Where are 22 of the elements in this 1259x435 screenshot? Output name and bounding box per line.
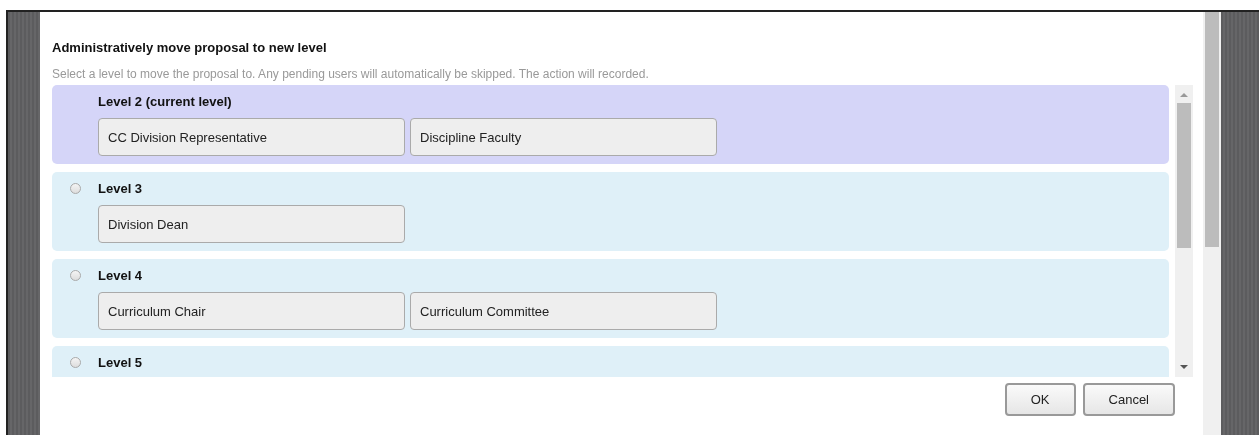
- radio-button[interactable]: [69, 183, 81, 194]
- scroll-up-icon[interactable]: [1180, 93, 1188, 97]
- dialog-title: Administratively move proposal to new level: [52, 40, 328, 55]
- ok-button[interactable]: OK: [1004, 383, 1076, 416]
- radio-button[interactable]: [69, 357, 81, 368]
- dialog-description: Select a level to move the proposal to. Any pending users will automatically be skipped. The action will recorded.: [52, 67, 650, 81]
- scroll-thumb[interactable]: [1204, 12, 1220, 247]
- level-title: Level 5: [98, 354, 143, 372]
- role-tag: CC Division Representative: [98, 118, 405, 156]
- level-title: Level 4: [98, 267, 144, 285]
- role-tag: Curriculum Chair: [98, 292, 405, 330]
- scroll-down-icon[interactable]: [1180, 365, 1188, 369]
- level-title: Level 2 (current level): [98, 93, 233, 111]
- role-tag: Division Dean: [98, 205, 405, 243]
- role-tag: Curriculum Committee: [410, 292, 717, 330]
- radio-button[interactable]: [69, 270, 81, 281]
- scroll-thumb[interactable]: [1176, 103, 1192, 248]
- list-scrollbar[interactable]: [1175, 85, 1193, 377]
- level-title: Level 3: [98, 180, 144, 198]
- cancel-button[interactable]: Cancel: [1082, 383, 1175, 416]
- page-scrollbar[interactable]: [1203, 12, 1221, 435]
- role-tag: Discipline Faculty: [410, 118, 717, 156]
